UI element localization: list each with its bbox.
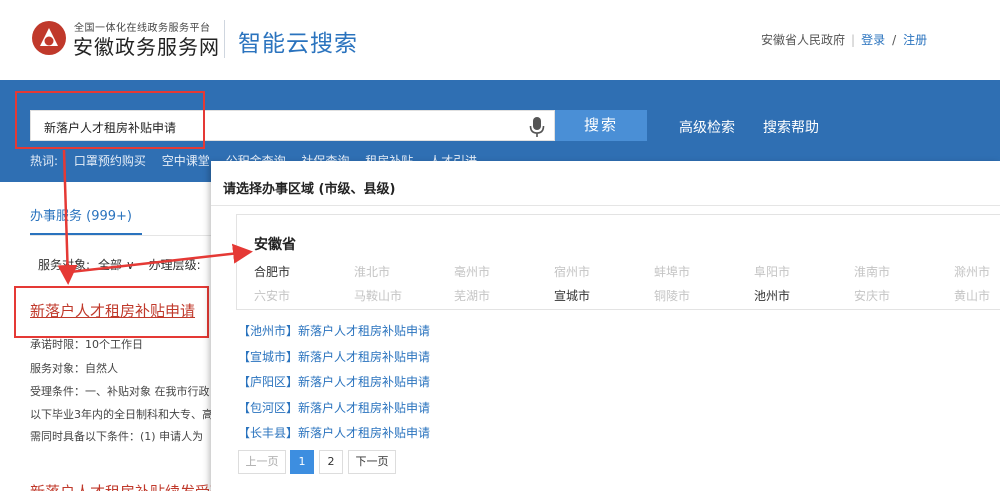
annotation-arrows <box>57 149 253 285</box>
annotation-arrow-down <box>57 149 78 285</box>
annotation-arrow-right <box>69 243 253 274</box>
